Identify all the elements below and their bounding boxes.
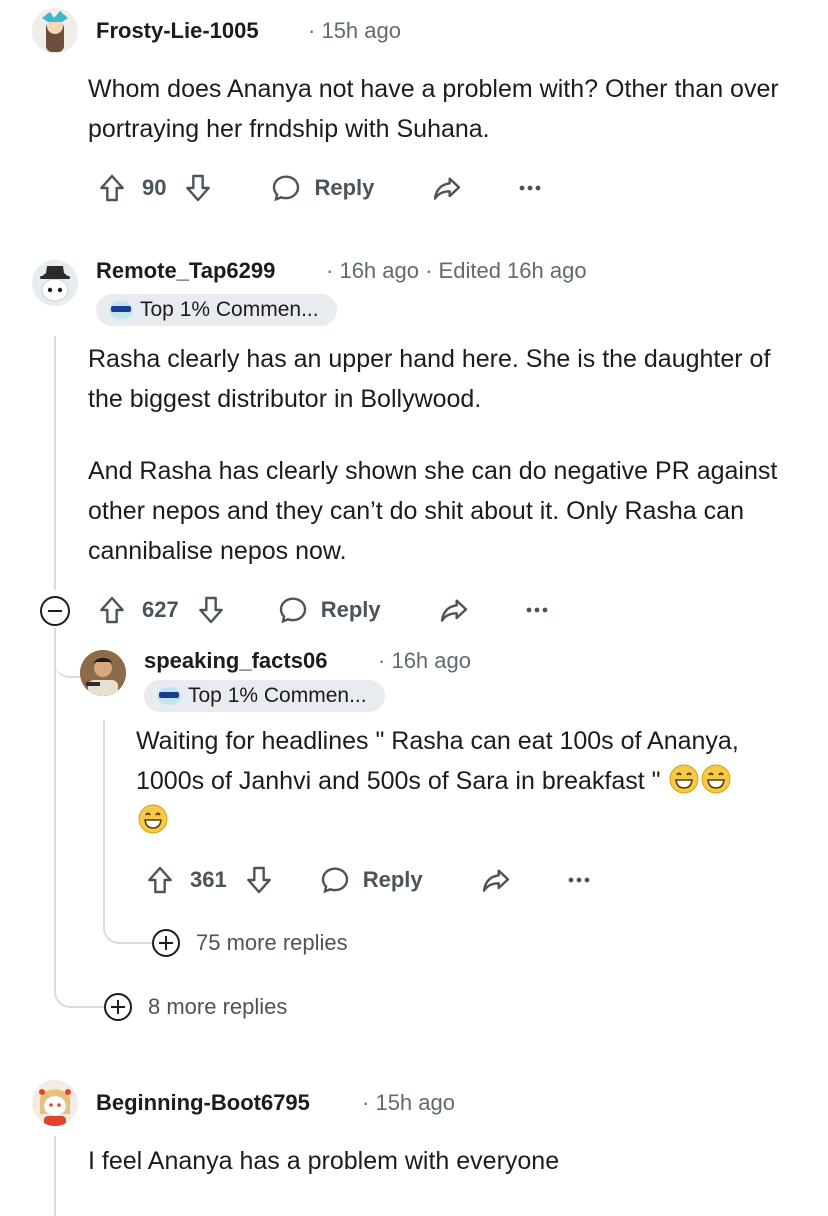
edited-label: Edited 16h ago [438,258,587,283]
username[interactable]: Frosty-Lie-1005 [96,18,259,44]
downvote-arrow-icon[interactable] [243,864,275,896]
flair-text: Top 1% Commen... [188,684,367,707]
timestamp-text: 16h ago [339,258,419,283]
flair-text: Top 1% Commen... [140,298,319,321]
downvote-arrow-icon[interactable] [195,594,227,626]
thread-line[interactable] [103,720,105,920]
timestamp: · 15h ago [362,1090,455,1115]
reply-button[interactable]: Reply [319,864,423,896]
more-replies-button[interactable]: 75 more replies [152,929,348,957]
avatar[interactable] [32,260,78,306]
upvote-arrow-icon[interactable] [96,172,128,204]
comment-body: Whom does Ananya not have a problem with… [88,69,788,149]
thread-line[interactable] [54,1136,56,1216]
timestamp: · 16h ago [378,648,471,673]
vote-count: 361 [190,867,227,892]
speech-bubble-icon [277,594,309,626]
plus-icon [152,929,180,957]
username[interactable]: speaking_facts06 [144,648,327,674]
timestamp-text: 16h ago [391,648,471,673]
comment-actions: 361 Reply [144,860,591,900]
collapse-thread-button[interactable] [40,596,70,626]
timestamp: · 16h ago · Edited 16h ago [326,258,587,283]
more-replies-label: 75 more replies [196,930,348,955]
comment-paragraph: Whom does Ananya not have a problem with… [88,75,779,143]
comment-body: Rasha clearly has an upper hand here. Sh… [88,339,788,571]
avatar[interactable] [80,650,126,696]
thread-line[interactable] [54,336,56,590]
username[interactable]: Remote_Tap6299 [96,258,275,284]
thread-branch [54,628,80,678]
share-arrow-icon[interactable] [479,864,513,896]
upvote-arrow-icon[interactable] [96,594,128,626]
thread-line[interactable] [54,628,56,988]
comment-actions: 90 Reply [96,168,542,208]
comment-body: I feel Ananya has a problem with everyon… [88,1141,788,1181]
reply-label: Reply [320,597,381,622]
more-replies-label: 8 more replies [148,994,288,1019]
ellipsis-icon[interactable] [567,876,591,884]
comment-actions: 627 Reply [96,590,549,630]
thread-branch [54,960,106,1008]
share-arrow-icon[interactable] [430,172,464,204]
speech-bubble-icon [319,864,351,896]
comment-text: Waiting for headlines " Rasha can eat 10… [136,727,739,795]
thread-branch [103,900,153,944]
comment-body: Waiting for headlines " Rasha can eat 10… [136,721,756,841]
timestamp: · 15h ago [308,18,401,43]
username[interactable]: Beginning-Boot6795 [96,1090,310,1116]
more-replies-button[interactable]: 8 more replies [104,993,287,1021]
reply-label: Reply [314,175,375,200]
share-arrow-icon[interactable] [437,594,471,626]
reply-button[interactable]: Reply [270,172,374,204]
downvote-arrow-icon[interactable] [182,172,214,204]
comment-paragraph: I feel Ananya has a problem with everyon… [88,1147,560,1175]
timestamp-text: 15h ago [375,1090,455,1115]
comment-paragraph: Rasha clearly has an upper hand here. Sh… [88,345,771,413]
user-flair: Top 1% Commen... [96,294,337,326]
upvote-arrow-icon[interactable] [144,864,176,896]
timestamp-text: 15h ago [321,18,401,43]
plus-icon [104,993,132,1021]
avatar[interactable] [32,8,78,54]
vote-count: 627 [142,597,179,622]
reply-label: Reply [362,867,423,892]
sunglasses-icon [108,300,140,320]
ellipsis-icon[interactable] [518,184,542,192]
avatar[interactable] [32,1080,78,1126]
vote-count: 90 [142,175,167,200]
speech-bubble-icon [270,172,302,204]
ellipsis-icon[interactable] [525,606,549,614]
sunglasses-icon [156,686,188,706]
user-flair: Top 1% Commen... [144,680,385,712]
comment-paragraph: Waiting for headlines " Rasha can eat 10… [136,721,756,841]
comment-paragraph: And Rasha has clearly shown she can do n… [88,457,778,565]
reply-button[interactable]: Reply [277,594,381,626]
